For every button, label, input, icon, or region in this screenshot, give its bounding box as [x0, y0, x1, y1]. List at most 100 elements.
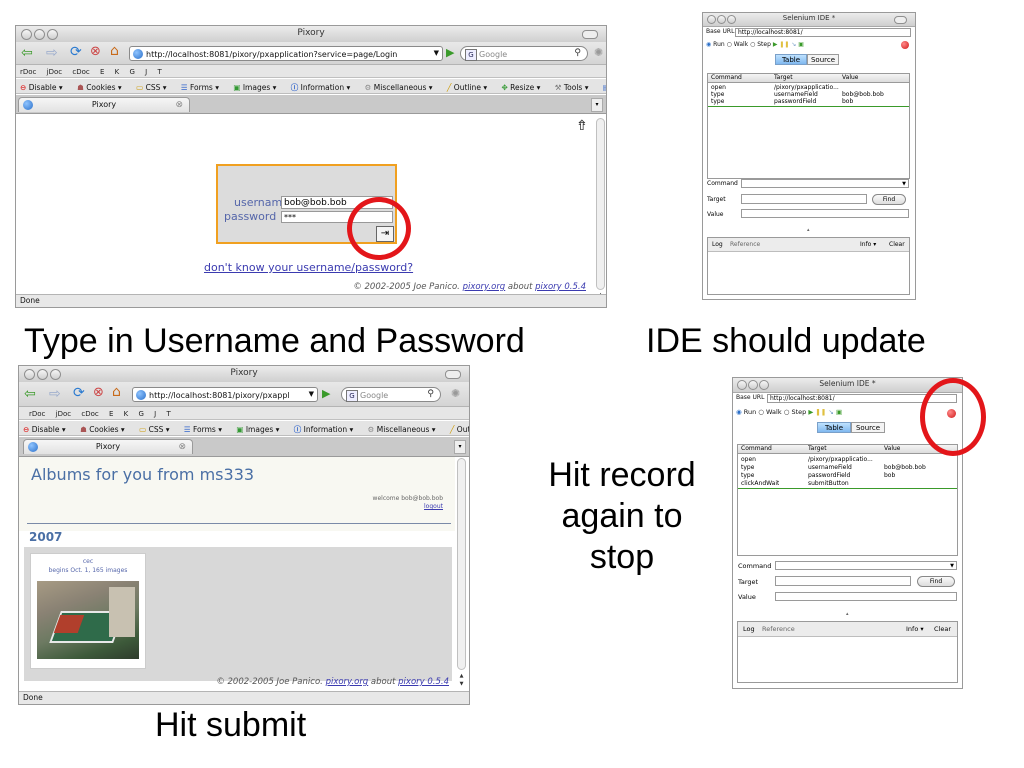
wd-images[interactable]: ▣ Images ▾ [233, 83, 282, 92]
step-radio[interactable]: ○ Step [784, 408, 807, 416]
bookmark-k[interactable]: K [124, 410, 129, 418]
bookmark-t[interactable]: T [157, 68, 161, 76]
command-select[interactable]: ▼ [741, 179, 909, 188]
chevron-down-icon[interactable]: ▼ [434, 49, 439, 57]
toolbar-toggle-button[interactable] [582, 30, 598, 39]
back-arrow-icon[interactable]: ⇦ [24, 387, 36, 401]
step-icon[interactable]: ↘ [828, 408, 833, 416]
bookmark-rdoc[interactable]: rDoc [20, 68, 36, 76]
splitter-handle-icon[interactable]: ▴ [846, 611, 849, 617]
col-command-header[interactable]: Command [711, 74, 742, 81]
home-icon[interactable]: ⌂ [112, 385, 121, 399]
chevron-down-icon[interactable]: ▼ [309, 390, 314, 398]
target-input[interactable] [775, 576, 911, 586]
reload-icon[interactable]: ⟳ [73, 386, 85, 400]
home-icon[interactable]: ⇮ [576, 118, 588, 134]
close-tab-icon[interactable]: ⊗ [178, 440, 186, 454]
wd-resize[interactable]: ✥ Resize ▾ [501, 83, 546, 92]
table-row[interactable]: type usernameField bob@bob.bob [738, 464, 957, 471]
command-select[interactable]: ▼ [775, 561, 957, 570]
clear-button[interactable]: Clear [889, 241, 905, 248]
col-target-header[interactable]: Target [774, 74, 793, 81]
table-row[interactable]: open /pixory/pxapplicatio... [708, 84, 909, 91]
wd-forms[interactable]: ☰ Forms ▾ [181, 83, 225, 92]
search-input[interactable]: G Google ⚲ [341, 387, 441, 402]
wd-forms[interactable]: ☰ Forms ▾ [184, 425, 228, 434]
step-icon[interactable]: ↘ [791, 41, 796, 48]
walk-radio[interactable]: ○ Walk [727, 41, 749, 48]
wd-information[interactable]: ⓘ Information ▾ [294, 425, 359, 434]
step-radio[interactable]: ○ Step [750, 41, 771, 48]
play-icon[interactable]: ▶ [808, 408, 813, 416]
tab-list-chevron-icon[interactable]: ▾ [591, 98, 603, 112]
base-url-input[interactable]: http://localhost:8081/ [735, 28, 911, 37]
wd-css[interactable]: ▭ CSS ▾ [136, 83, 172, 92]
bookmark-k[interactable]: K [115, 68, 120, 76]
reference-tab[interactable]: Reference [730, 241, 760, 248]
pause-icon[interactable]: ❚❚ [779, 41, 789, 48]
vertical-scrollbar[interactable] [596, 118, 605, 290]
bookmark-g[interactable]: G [129, 68, 134, 76]
target-input[interactable] [741, 194, 867, 204]
address-bar[interactable]: http://localhost:8081/pixory/pxappl ▼ [132, 387, 318, 402]
tab-table[interactable]: Table [817, 422, 851, 433]
tab-pixory[interactable]: Pixory ⊗ [18, 97, 190, 112]
magnifier-icon[interactable]: ⚲ [574, 48, 581, 58]
test-runner-icon[interactable]: ▣ [798, 41, 804, 48]
pixory-version-link[interactable]: pixory 0.5.4 [535, 282, 586, 292]
play-icon[interactable]: ▶ [773, 41, 778, 48]
record-button[interactable] [901, 41, 909, 49]
bookmark-j[interactable]: J [145, 68, 147, 76]
run-radio[interactable]: ◉ Run [706, 41, 725, 48]
stop-icon[interactable]: ⊗ [93, 386, 104, 399]
forward-arrow-icon[interactable]: ⇨ [49, 387, 61, 401]
forward-arrow-icon[interactable]: ⇨ [46, 46, 58, 60]
tab-source[interactable]: Source [807, 54, 839, 65]
scroll-arrows[interactable]: ▲▼ [457, 672, 466, 688]
bookmark-j[interactable]: J [154, 410, 156, 418]
bookmark-jdoc[interactable]: jDoc [56, 410, 71, 418]
wd-tools[interactable]: ⚒ Tools ▾ [555, 83, 595, 92]
table-row[interactable]: type usernameField bob@bob.bob [708, 91, 909, 98]
log-tab[interactable]: Log [743, 625, 755, 633]
pixory-org-link[interactable]: pixory.org [326, 677, 369, 687]
info-dropdown[interactable]: Info ▾ [860, 241, 876, 248]
wd-images[interactable]: ▣ Images ▾ [236, 425, 285, 434]
wd-disable[interactable]: ⊖ Disable ▾ [23, 425, 72, 434]
wd-miscellaneous[interactable]: ⚙ Miscellaneous ▾ [368, 425, 442, 434]
tab-source[interactable]: Source [851, 422, 885, 433]
table-row[interactable]: type passwordField bob [738, 472, 957, 479]
col-target-header[interactable]: Target [808, 445, 827, 452]
magnifier-icon[interactable]: ⚲ [427, 389, 434, 399]
splitter-handle-icon[interactable]: ▴ [807, 227, 810, 233]
bookmark-e[interactable]: E [100, 68, 104, 76]
toolbar-toggle-button[interactable] [445, 370, 461, 379]
wd-view-source[interactable]: ▤ Vi [603, 83, 606, 92]
close-tab-icon[interactable]: ⊗ [175, 98, 183, 112]
col-value-header[interactable]: Value [884, 445, 900, 452]
bookmark-jdoc[interactable]: jDoc [47, 68, 62, 76]
walk-radio[interactable]: ○ Walk [758, 408, 781, 416]
value-input[interactable] [741, 209, 909, 218]
go-arrow-icon[interactable]: ▶ [446, 47, 454, 58]
table-row[interactable]: type passwordField bob [708, 98, 909, 105]
find-button[interactable]: Find [872, 194, 906, 205]
wd-css[interactable]: ▭ CSS ▾ [139, 425, 175, 434]
wd-outline[interactable]: ╱ Outline ▾ [447, 83, 493, 92]
vertical-scrollbar[interactable] [457, 458, 466, 670]
test-runner-icon[interactable]: ▣ [836, 408, 842, 416]
find-button[interactable]: Find [917, 576, 955, 587]
tab-table[interactable]: Table [775, 54, 807, 65]
album-thumbnail[interactable] [37, 581, 139, 659]
col-value-header[interactable]: Value [842, 74, 858, 81]
reload-icon[interactable]: ⟳ [70, 45, 82, 59]
pixory-version-link[interactable]: pixory 0.5.4 [398, 677, 449, 687]
table-row[interactable]: clickAndWait submitButton [738, 480, 957, 487]
address-bar[interactable]: http://localhost:8081/pixory/pxapplicati… [129, 46, 443, 61]
wd-information[interactable]: ⓘ Information ▾ [291, 83, 356, 92]
pixory-org-link[interactable]: pixory.org [463, 282, 506, 292]
wd-outline[interactable]: ╱ Outlin [450, 425, 469, 434]
clear-button[interactable]: Clear [934, 625, 951, 633]
table-row[interactable]: open /pixory/pxapplicatio... [738, 456, 957, 463]
album-card[interactable]: cec begins Oct. 1, 165 images [30, 553, 146, 669]
